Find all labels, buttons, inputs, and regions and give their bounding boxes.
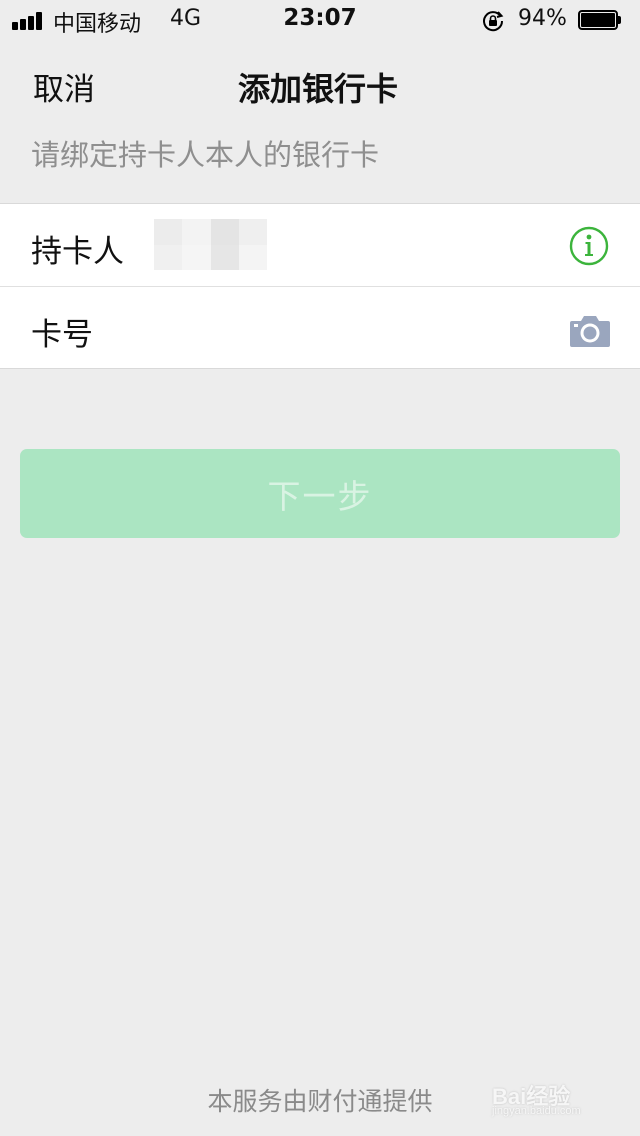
bind-card-hint: 请绑定持卡人本人的银行卡 bbox=[31, 138, 380, 172]
cardholder-row[interactable]: 持卡人 bbox=[0, 204, 640, 286]
camera-icon[interactable] bbox=[569, 314, 611, 348]
card-number-label: 卡号 bbox=[31, 317, 93, 353]
card-number-row[interactable]: 卡号 bbox=[0, 286, 640, 369]
card-form: 持卡人 卡号 bbox=[0, 203, 640, 369]
baidu-jingyan-watermark: Bai经验 jingyan.baidu.com bbox=[492, 1075, 610, 1121]
orientation-lock-icon bbox=[483, 11, 504, 32]
battery-percent: 94% bbox=[518, 6, 567, 31]
next-step-button[interactable]: 下一步 bbox=[20, 449, 620, 538]
cardholder-label: 持卡人 bbox=[31, 234, 124, 270]
battery-icon bbox=[578, 10, 622, 30]
info-icon[interactable] bbox=[569, 226, 609, 266]
watermark-site: jingyan.baidu.com bbox=[492, 1105, 581, 1117]
page-title: 添加银行卡 bbox=[237, 70, 398, 108]
status-bar: 中国移动 4G 23:07 94% bbox=[0, 0, 640, 40]
cardholder-name-masked bbox=[154, 219, 267, 270]
